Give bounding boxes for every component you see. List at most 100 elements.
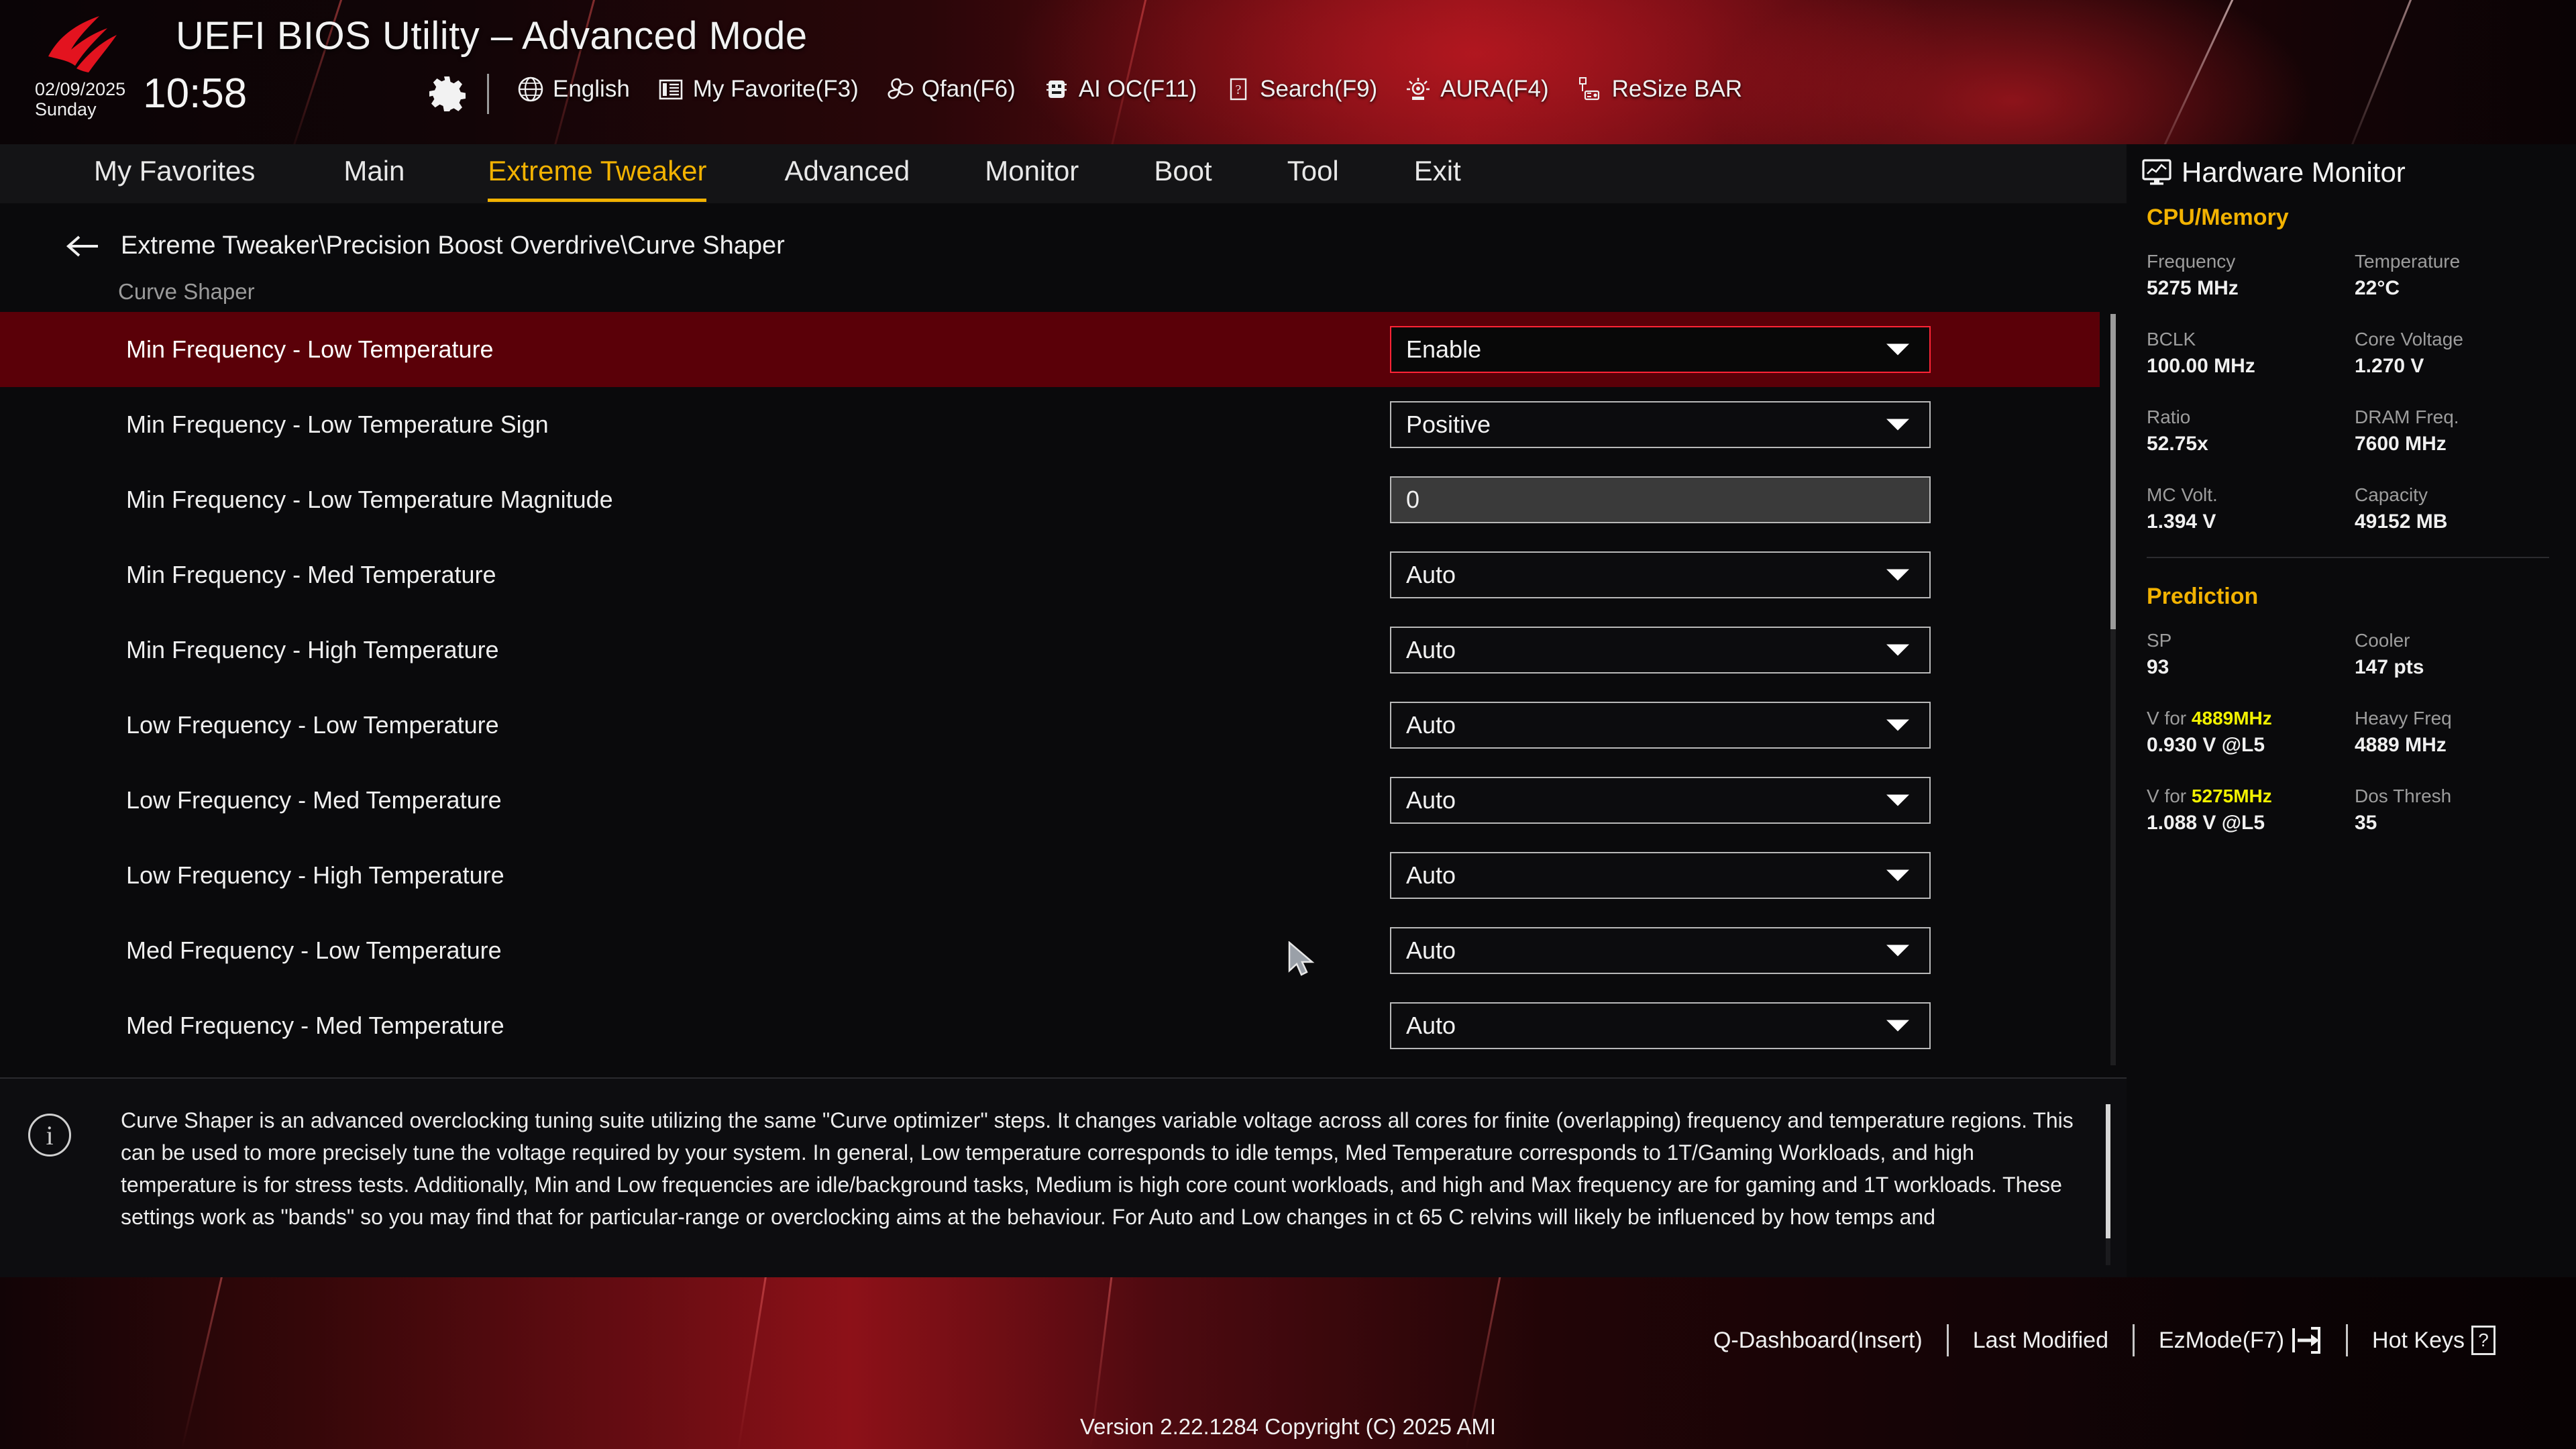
- resize-bar-icon: [1578, 77, 1599, 101]
- dropdown-value: Positive: [1406, 411, 1491, 438]
- setting-row-min-frequency-high-temperature[interactable]: Min Frequency - High Temperature Auto: [0, 612, 2100, 688]
- dropdown-min-frequency-med-temperature[interactable]: Auto: [1390, 551, 1931, 598]
- toolbar-item-language[interactable]: English: [517, 75, 630, 103]
- tab-tool[interactable]: Tool: [1287, 155, 1339, 193]
- back-arrow-icon[interactable]: [64, 233, 101, 260]
- setting-row-low-frequency-med-temperature[interactable]: Low Frequency - Med Temperature Auto: [0, 763, 2100, 838]
- toolbar-item-search[interactable]: ? Search(F9): [1224, 75, 1377, 103]
- footer-label: Hot Keys: [2372, 1327, 2465, 1353]
- dropdown-min-frequency-low-temperature[interactable]: Enable: [1390, 326, 1931, 373]
- setting-row-min-frequency-low-temperature[interactable]: Min Frequency - Low Temperature Enable: [0, 312, 2100, 387]
- dropdown-low-frequency-med-temperature[interactable]: Auto: [1390, 777, 1931, 824]
- settings-scrollbar[interactable]: [2110, 314, 2116, 1065]
- question-box-icon: ?: [1230, 78, 1247, 101]
- setting-control: Enable: [1390, 326, 1931, 373]
- page-title: UEFI BIOS Utility – Advanced Mode: [176, 14, 808, 58]
- toolbar-separator: [487, 74, 489, 114]
- chevron-down-icon: [1886, 945, 1909, 957]
- toolbar-item-ai-oc[interactable]: AI OC(F11): [1042, 75, 1197, 103]
- setting-row-min-frequency-low-temperature-sign[interactable]: Min Frequency - Low Temperature Sign Pos…: [0, 387, 2100, 462]
- hw-cell-dos-thresh: Dos Thresh 35: [2355, 783, 2563, 837]
- settings-content: Extreme Tweaker\Precision Boost Overdriv…: [0, 203, 2127, 1077]
- dropdown-min-frequency-high-temperature[interactable]: Auto: [1390, 627, 1931, 674]
- setting-row-min-frequency-med-temperature[interactable]: Min Frequency - Med Temperature Auto: [0, 537, 2100, 612]
- footer-label: Q-Dashboard(Insert): [1713, 1327, 1923, 1353]
- dropdown-med-frequency-low-temperature[interactable]: Auto: [1390, 927, 1931, 974]
- setting-row-low-frequency-low-temperature[interactable]: Low Frequency - Low Temperature Auto: [0, 688, 2100, 763]
- hw-key: Ratio: [2147, 407, 2191, 427]
- hw-key-prefix: V for: [2147, 786, 2192, 806]
- hw-value: 7600 MHz: [2355, 433, 2447, 455]
- setting-row-med-frequency-med-temperature[interactable]: Med Frequency - Med Temperature Auto: [0, 988, 2100, 1063]
- hw-value: 35: [2355, 812, 2377, 834]
- hot-keys-button[interactable]: Hot Keys ?: [2372, 1326, 2496, 1355]
- footer-bar: Q-Dashboard(Insert) Last Modified EzMode…: [0, 1277, 2576, 1449]
- toolbar-item-aura[interactable]: AURA(F4): [1404, 75, 1549, 103]
- hw-value: 1.394 V: [2147, 511, 2216, 533]
- help-pane: i Curve Shaper is an advanced overclocki…: [0, 1077, 2127, 1277]
- chevron-down-icon: [1886, 1020, 1909, 1032]
- toolbar-label: English: [553, 76, 630, 102]
- breadcrumb: Extreme Tweaker\Precision Boost Overdriv…: [64, 231, 785, 260]
- hw-value: 4889 MHz: [2355, 734, 2447, 756]
- hw-row: MC Volt. 1.394 V Capacity 49152 MB: [2147, 482, 2563, 535]
- dropdown-med-frequency-med-temperature[interactable]: Auto: [1390, 1002, 1931, 1049]
- hw-value: 49152 MB: [2355, 511, 2448, 533]
- tab-boot[interactable]: Boot: [1154, 155, 1212, 193]
- last-modified-button[interactable]: Last Modified: [1973, 1328, 2108, 1354]
- hw-key-prefix: V for: [2147, 708, 2192, 729]
- hw-key: MC Volt.: [2147, 484, 2218, 505]
- setting-label: Low Frequency - Low Temperature: [126, 711, 499, 739]
- hw-key: Dos Thresh: [2355, 786, 2452, 806]
- hw-row: V for 5275MHz 1.088 V @L5 Dos Thresh 35: [2147, 783, 2563, 837]
- dropdown-value: Auto: [1406, 636, 1456, 663]
- toolbar-item-qfan[interactable]: Qfan(F6): [885, 75, 1016, 103]
- setting-control: Auto: [1390, 927, 1931, 974]
- setting-label: Min Frequency - Low Temperature Sign: [126, 411, 549, 438]
- dropdown-min-frequency-low-temperature-sign[interactable]: Positive: [1390, 401, 1931, 448]
- setting-row-low-frequency-high-temperature[interactable]: Low Frequency - High Temperature Auto: [0, 838, 2100, 913]
- hw-value: 147 pts: [2355, 656, 2424, 678]
- tab-advanced[interactable]: Advanced: [784, 155, 910, 193]
- dropdown-low-frequency-low-temperature[interactable]: Auto: [1390, 702, 1931, 749]
- scrollbar-thumb[interactable]: [2106, 1104, 2110, 1238]
- hw-row: BCLK 100.00 MHz Core Voltage 1.270 V: [2147, 326, 2563, 380]
- setting-row-min-frequency-low-temperature-magnitude[interactable]: Min Frequency - Low Temperature Magnitud…: [0, 462, 2100, 537]
- mouse-cursor: [1288, 941, 1315, 976]
- tab-my-favorites[interactable]: My Favorites: [94, 155, 255, 193]
- toolbar-item-my-favorite[interactable]: My Favorite(F3): [657, 75, 859, 103]
- input-min-frequency-low-temperature-magnitude[interactable]: 0: [1390, 476, 1931, 523]
- toolbar-label: AI OC(F11): [1078, 76, 1197, 102]
- hw-cell-dram-freq: DRAM Freq. 7600 MHz: [2355, 404, 2563, 458]
- hw-key: Capacity: [2355, 484, 2428, 505]
- footer-label: Last Modified: [1972, 1327, 2108, 1353]
- hw-cell-core-voltage: Core Voltage 1.270 V: [2355, 326, 2563, 380]
- tab-main[interactable]: Main: [343, 155, 405, 193]
- tab-extreme-tweaker[interactable]: Extreme Tweaker: [488, 155, 707, 202]
- hw-key: Cooler: [2355, 630, 2410, 651]
- hw-value: 100.00 MHz: [2147, 355, 2255, 377]
- dropdown-value: Enable: [1406, 335, 1482, 363]
- hardware-monitor-panel: Hardware Monitor CPU/Memory Frequency 52…: [2127, 144, 2576, 1277]
- tab-monitor[interactable]: Monitor: [985, 155, 1079, 193]
- ez-mode-button[interactable]: EzMode(F7): [2159, 1326, 2322, 1355]
- ai-chip-icon: [1046, 80, 1067, 98]
- hw-group-prediction: SP 93 Cooler 147 pts V for 4889MHz 0.930…: [2147, 627, 2563, 861]
- chevron-down-icon: [1886, 869, 1909, 881]
- top-banner: UEFI BIOS Utility – Advanced Mode 02/09/…: [0, 0, 2576, 144]
- header-toolbar: English My Favorite(F3) Qfan(F6) AI OC(F…: [517, 75, 1769, 103]
- help-scrollbar[interactable]: [2106, 1104, 2110, 1265]
- version-text: Version 2.22.1284 Copyright (C) 2025 AMI: [1079, 1414, 1497, 1439]
- toolbar-item-resize-bar[interactable]: ReSize BAR: [1576, 75, 1742, 103]
- gear-icon[interactable]: [428, 75, 466, 113]
- q-dashboard-button[interactable]: Q-Dashboard(Insert): [1713, 1328, 1923, 1354]
- dropdown-low-frequency-high-temperature[interactable]: Auto: [1390, 852, 1931, 899]
- scrollbar-thumb[interactable]: [2110, 314, 2116, 629]
- hw-key: V for 4889MHz: [2147, 705, 2355, 732]
- hw-cell-heavy-freq: Heavy Freq 4889 MHz: [2355, 705, 2563, 759]
- setting-control: Auto: [1390, 777, 1931, 824]
- setting-row-med-frequency-low-temperature[interactable]: Med Frequency - Low Temperature Auto: [0, 913, 2100, 988]
- tab-exit[interactable]: Exit: [1414, 155, 1461, 193]
- dropdown-value: Auto: [1406, 561, 1456, 588]
- chevron-down-icon: [1886, 343, 1909, 356]
